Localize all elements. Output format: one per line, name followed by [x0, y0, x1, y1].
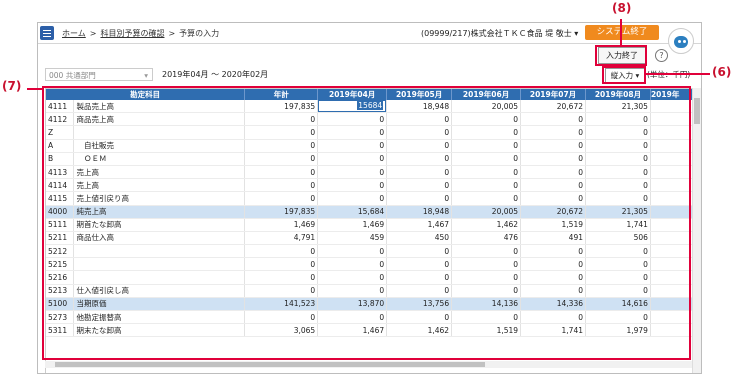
horizontal-scrollbar[interactable] — [45, 361, 692, 368]
user-menu-caret-icon: ▾ — [574, 29, 579, 38]
vertical-scrollbar[interactable] — [692, 88, 701, 373]
highlight-grid — [42, 86, 691, 360]
highlight-vertical-input — [602, 66, 646, 84]
top-bar: ホーム > 科目別予算の確認 > 予算の入力 (09999/217)株式会社ＴＫＣ食品 … — [38, 23, 701, 44]
department-select[interactable]: 000 共通部門 ▾ — [45, 68, 153, 81]
department-value: 000 共通部門 — [49, 71, 96, 80]
breadcrumb: ホーム > 科目別予算の確認 > 予算の入力 — [62, 28, 219, 39]
callout-line-7 — [27, 88, 42, 90]
assistant-avatar-icon[interactable] — [668, 28, 694, 54]
help-icon[interactable]: ? — [655, 49, 668, 62]
system-exit-button[interactable]: システム終了 — [585, 25, 659, 40]
callout-7: (7) — [2, 79, 22, 93]
breadcrumb-budget-check[interactable]: 科目別予算の確認 — [100, 29, 164, 38]
callout-line-6 — [644, 73, 710, 75]
highlight-input-end — [595, 45, 647, 66]
callout-line-8 — [620, 19, 622, 45]
callout-6: (6) — [712, 65, 732, 79]
breadcrumb-current: 予算の入力 — [179, 29, 220, 38]
hamburger-menu-icon[interactable] — [40, 26, 54, 40]
company-user-info[interactable]: (09999/217)株式会社ＴＫＣ食品 堤 敬士 ▾ — [421, 28, 578, 39]
breadcrumb-separator: > — [168, 29, 176, 38]
period-range: 2019年04月 ～ 2020年02月 — [162, 70, 269, 79]
callout-8: (8) — [612, 1, 632, 15]
breadcrumb-separator: > — [89, 29, 97, 38]
chevron-down-icon: ▾ — [144, 71, 148, 80]
company-user-text: (09999/217)株式会社ＴＫＣ食品 堤 敬士 — [421, 29, 572, 38]
breadcrumb-home[interactable]: ホーム — [62, 29, 86, 38]
